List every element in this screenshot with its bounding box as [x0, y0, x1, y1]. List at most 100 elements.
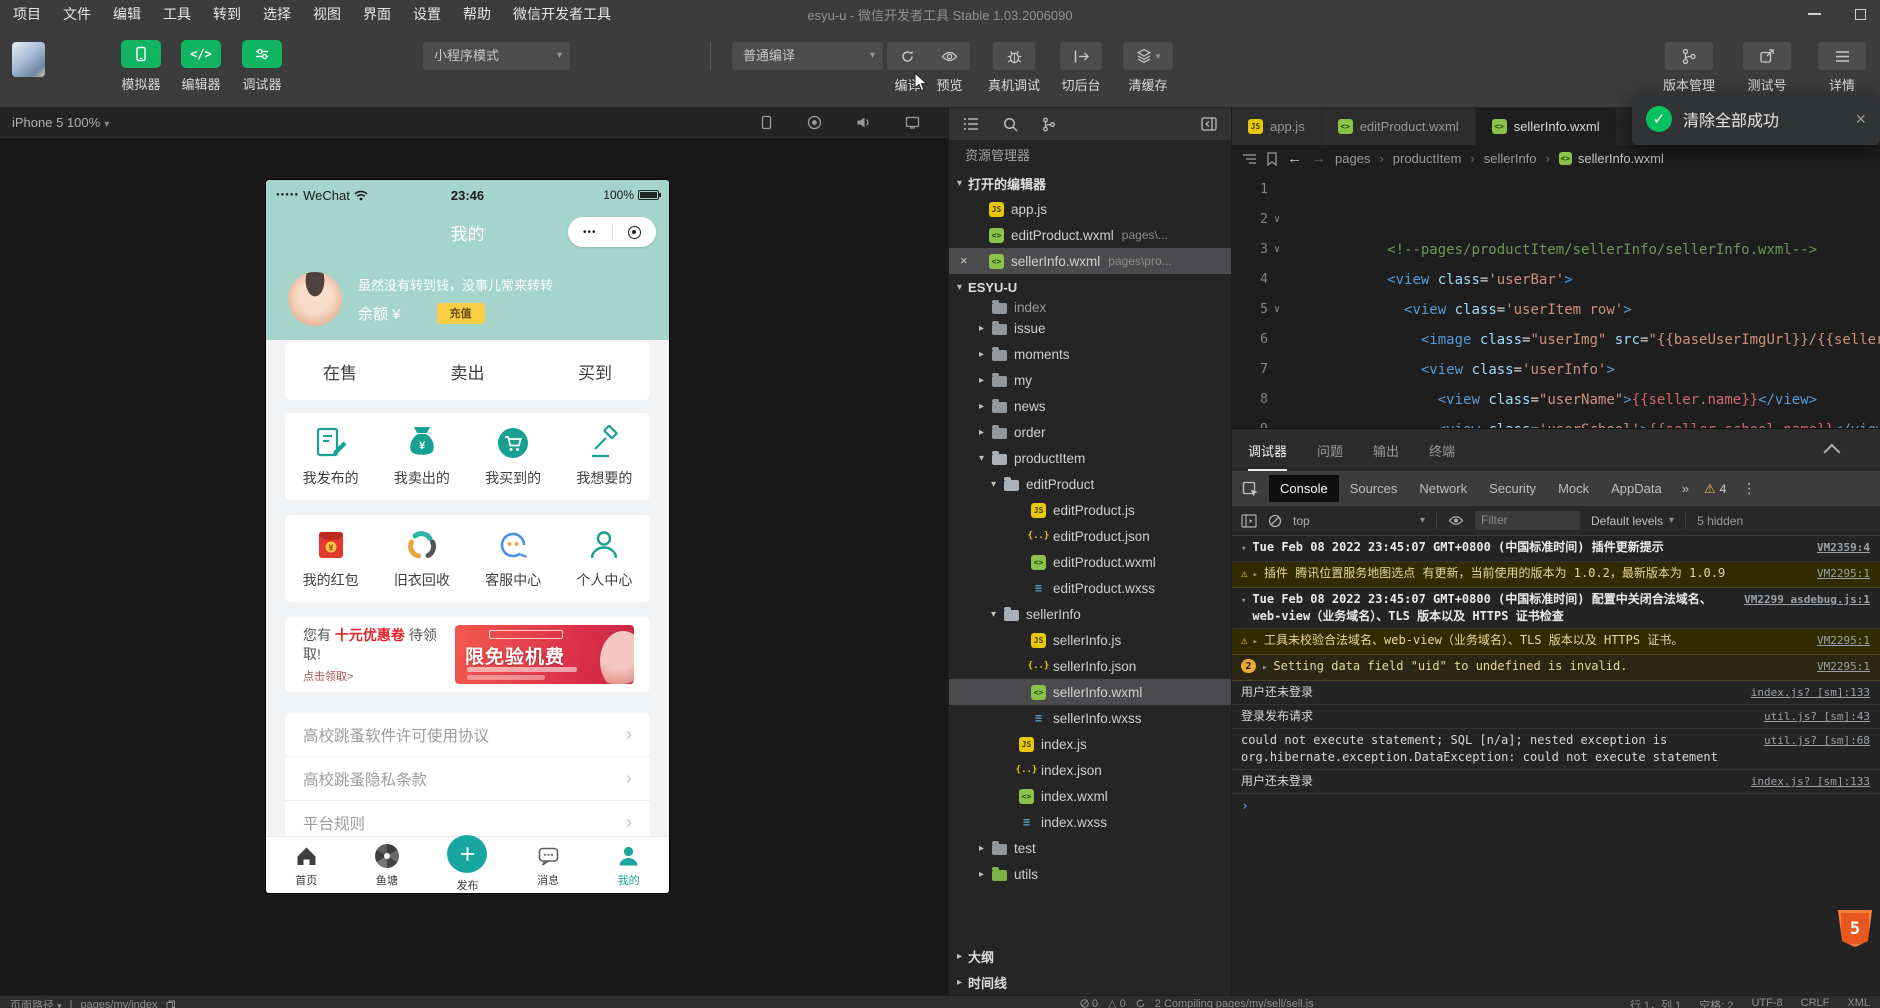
- code-line[interactable]: 8 <view class='userTag'>虽然没有转到钱, 没事儿常来转转…: [1232, 385, 1880, 415]
- console-log-row[interactable]: ⚠ ▸ 工具未校验合法域名、web-view（业务域名）、TLS 版本以及 HT…: [1232, 629, 1880, 655]
- trade-tab[interactable]: 在售: [323, 359, 357, 384]
- devtools-tab[interactable]: Console: [1269, 475, 1339, 502]
- expand-arrow-icon[interactable]: ▸: [1253, 634, 1258, 651]
- grid-item-my-wanted[interactable]: 我想要的: [559, 425, 650, 488]
- compile-mode-select[interactable]: 普通编译 ▾: [732, 42, 883, 70]
- bookmark-icon[interactable]: [1266, 151, 1278, 166]
- tree-item[interactable]: ▸ issue: [949, 315, 1231, 341]
- tab-pond[interactable]: 鱼塘: [347, 837, 428, 893]
- console-log-row[interactable]: ▾ Tue Feb 08 2022 23:45:07 GMT+0800 (中国标…: [1232, 588, 1880, 629]
- overflow-tabs-icon[interactable]: »: [1673, 481, 1698, 496]
- tree-chevron-icon[interactable]: ▸: [979, 401, 992, 412]
- code-editor[interactable]: 1 <!--pages/productItem/sellerInfo/selle…: [1232, 172, 1880, 428]
- editor-button[interactable]: </> 编辑器: [169, 40, 233, 93]
- console-log-row[interactable]: ⚠ ▸ 插件 腾讯位置服务地图选点 有更新，当前使用的版本为 1.0.2，最新版…: [1232, 562, 1880, 588]
- menu-item[interactable]: 帮助: [452, 0, 502, 28]
- status-indicator[interactable]: 空格: 2: [1699, 997, 1733, 1008]
- open-editor-item[interactable]: × sellerInfo.wxml pages\pro...: [949, 248, 1231, 274]
- status-indicator[interactable]: UTF-8: [1751, 997, 1782, 1008]
- code-line[interactable]: 7 <view class='userSchool'>{{seller.scho…: [1232, 355, 1880, 428]
- tree-item[interactable]: ▸ utils: [949, 861, 1231, 887]
- tree-item[interactable]: index.json: [949, 757, 1231, 783]
- source-link[interactable]: util.js? [sm]:43: [1764, 708, 1870, 725]
- simulator-button[interactable]: 模拟器: [109, 40, 173, 93]
- record-icon[interactable]: [807, 115, 822, 130]
- breadcrumb-part[interactable]: productItem: [1393, 151, 1462, 166]
- source-link[interactable]: util.js? [sm]:68: [1764, 732, 1870, 749]
- details-button[interactable]: [1818, 42, 1866, 70]
- file-list-icon[interactable]: [963, 117, 979, 131]
- warning-counter[interactable]: ⚠ 4: [1704, 481, 1726, 497]
- tree-chevron-icon[interactable]: ▸: [979, 843, 992, 854]
- grid-item-my-sold[interactable]: ¥ 我卖出的: [376, 425, 467, 488]
- collapse-panel-icon[interactable]: [1823, 443, 1841, 461]
- back-icon[interactable]: ←: [1287, 150, 1302, 167]
- rotate-device-icon[interactable]: [760, 115, 773, 130]
- devtools-tab[interactable]: AppData: [1600, 475, 1673, 502]
- breadcrumb-part[interactable]: sellerInfo: [1484, 151, 1537, 166]
- fold-icon[interactable]: [1268, 175, 1286, 205]
- inspect-element-icon[interactable]: [1242, 481, 1259, 497]
- context-select[interactable]: top ▾: [1293, 514, 1425, 528]
- tree-chevron-icon[interactable]: ▾: [979, 453, 992, 464]
- editor-tab[interactable]: sellerInfo.wxml: [1475, 108, 1617, 145]
- source-link[interactable]: index.js? [sm]:133: [1751, 684, 1870, 701]
- menu-item[interactable]: 设置: [402, 0, 452, 28]
- source-link[interactable]: VM2299 asdebug.js:1: [1744, 591, 1870, 608]
- outline-icon[interactable]: [1242, 153, 1257, 165]
- clear-console-icon[interactable]: [1268, 514, 1282, 528]
- debugger-tab[interactable]: 问题: [1317, 431, 1343, 471]
- menu-item[interactable]: 视图: [302, 0, 352, 28]
- tree-item[interactable]: ▸ test: [949, 835, 1231, 861]
- fold-icon[interactable]: ∨: [1268, 205, 1286, 235]
- menu-item[interactable]: 编辑: [102, 0, 152, 28]
- version-control-button[interactable]: [1665, 42, 1713, 70]
- tree-item[interactable]: sellerInfo.wxss: [949, 705, 1231, 731]
- device-select[interactable]: iPhone 5 100% ▾: [12, 115, 109, 130]
- path-mode-select[interactable]: 页面路径 ▾: [10, 997, 62, 1008]
- warning-count[interactable]: △ 0: [1108, 997, 1126, 1008]
- remote-debug-button[interactable]: [993, 42, 1035, 70]
- tree-item[interactable]: ▸ moments: [949, 341, 1231, 367]
- source-link[interactable]: VM2359:4: [1817, 539, 1870, 556]
- inspector-button[interactable]: 调试器: [230, 40, 294, 93]
- minimize-icon[interactable]: [1808, 13, 1821, 15]
- debugger-tab[interactable]: 调试器: [1248, 431, 1288, 471]
- coupon-card[interactable]: 您有 十元优惠卷 待领取! 点击领取> 限免验机费: [285, 617, 650, 692]
- code-line[interactable]: 6 <view class="userName">{{seller.name}}…: [1232, 325, 1880, 408]
- code-line[interactable]: 5 ∨ <view class='userInfo'>: [1232, 295, 1880, 378]
- list-item[interactable]: 高校跳蚤软件许可使用协议 ›: [285, 713, 650, 757]
- compile-button[interactable]: [887, 49, 929, 64]
- fold-icon[interactable]: [1268, 325, 1286, 355]
- console-log-row[interactable]: 2 ▸ Setting data field "uid" to undefine…: [1232, 655, 1880, 681]
- tree-chevron-icon[interactable]: ▸: [979, 427, 992, 438]
- open-editors-header[interactable]: ▾ 打开的编辑器: [949, 170, 1231, 196]
- preview-button[interactable]: [929, 49, 971, 64]
- kebab-menu-icon[interactable]: ⋮: [1742, 480, 1756, 497]
- mode-select[interactable]: 小程序模式 ▾: [423, 42, 570, 70]
- status-indicator[interactable]: 行 1，列 1: [1630, 997, 1681, 1008]
- open-editor-item[interactable]: app.js: [949, 196, 1231, 222]
- menu-item[interactable]: 选择: [252, 0, 302, 28]
- clear-cache-button[interactable]: ▾: [1123, 42, 1173, 70]
- debugger-tab[interactable]: 终端: [1429, 431, 1455, 471]
- promo-banner[interactable]: 限免验机费: [455, 625, 634, 684]
- console-log-row[interactable]: 用户还未登录 index.js? [sm]:133: [1232, 681, 1880, 705]
- trade-tab[interactable]: 卖出: [451, 359, 485, 384]
- tree-item[interactable]: ▾ editProduct: [949, 471, 1231, 497]
- code-line[interactable]: 4 <image class="userImg" src="{{baseUser…: [1232, 265, 1880, 348]
- user-avatar[interactable]: [12, 42, 45, 77]
- menu-item[interactable]: 项目: [2, 0, 52, 28]
- fold-icon[interactable]: [1268, 355, 1286, 385]
- fold-icon[interactable]: [1268, 415, 1286, 428]
- console-prompt[interactable]: ›: [1232, 794, 1880, 819]
- devtools-tab[interactable]: Network: [1408, 475, 1478, 502]
- tab-publish[interactable]: + 发布: [427, 835, 508, 893]
- debugger-tab[interactable]: 输出: [1373, 431, 1399, 471]
- tree-item[interactable]: sellerInfo.wxml: [949, 679, 1231, 705]
- console-log-row[interactable]: could not execute statement; SQL [n/a]; …: [1232, 729, 1880, 770]
- search-icon[interactable]: [1003, 117, 1018, 132]
- tree-item[interactable]: sellerInfo.js: [949, 627, 1231, 653]
- fold-icon[interactable]: ∨: [1268, 295, 1286, 325]
- tree-item[interactable]: editProduct.json: [949, 523, 1231, 549]
